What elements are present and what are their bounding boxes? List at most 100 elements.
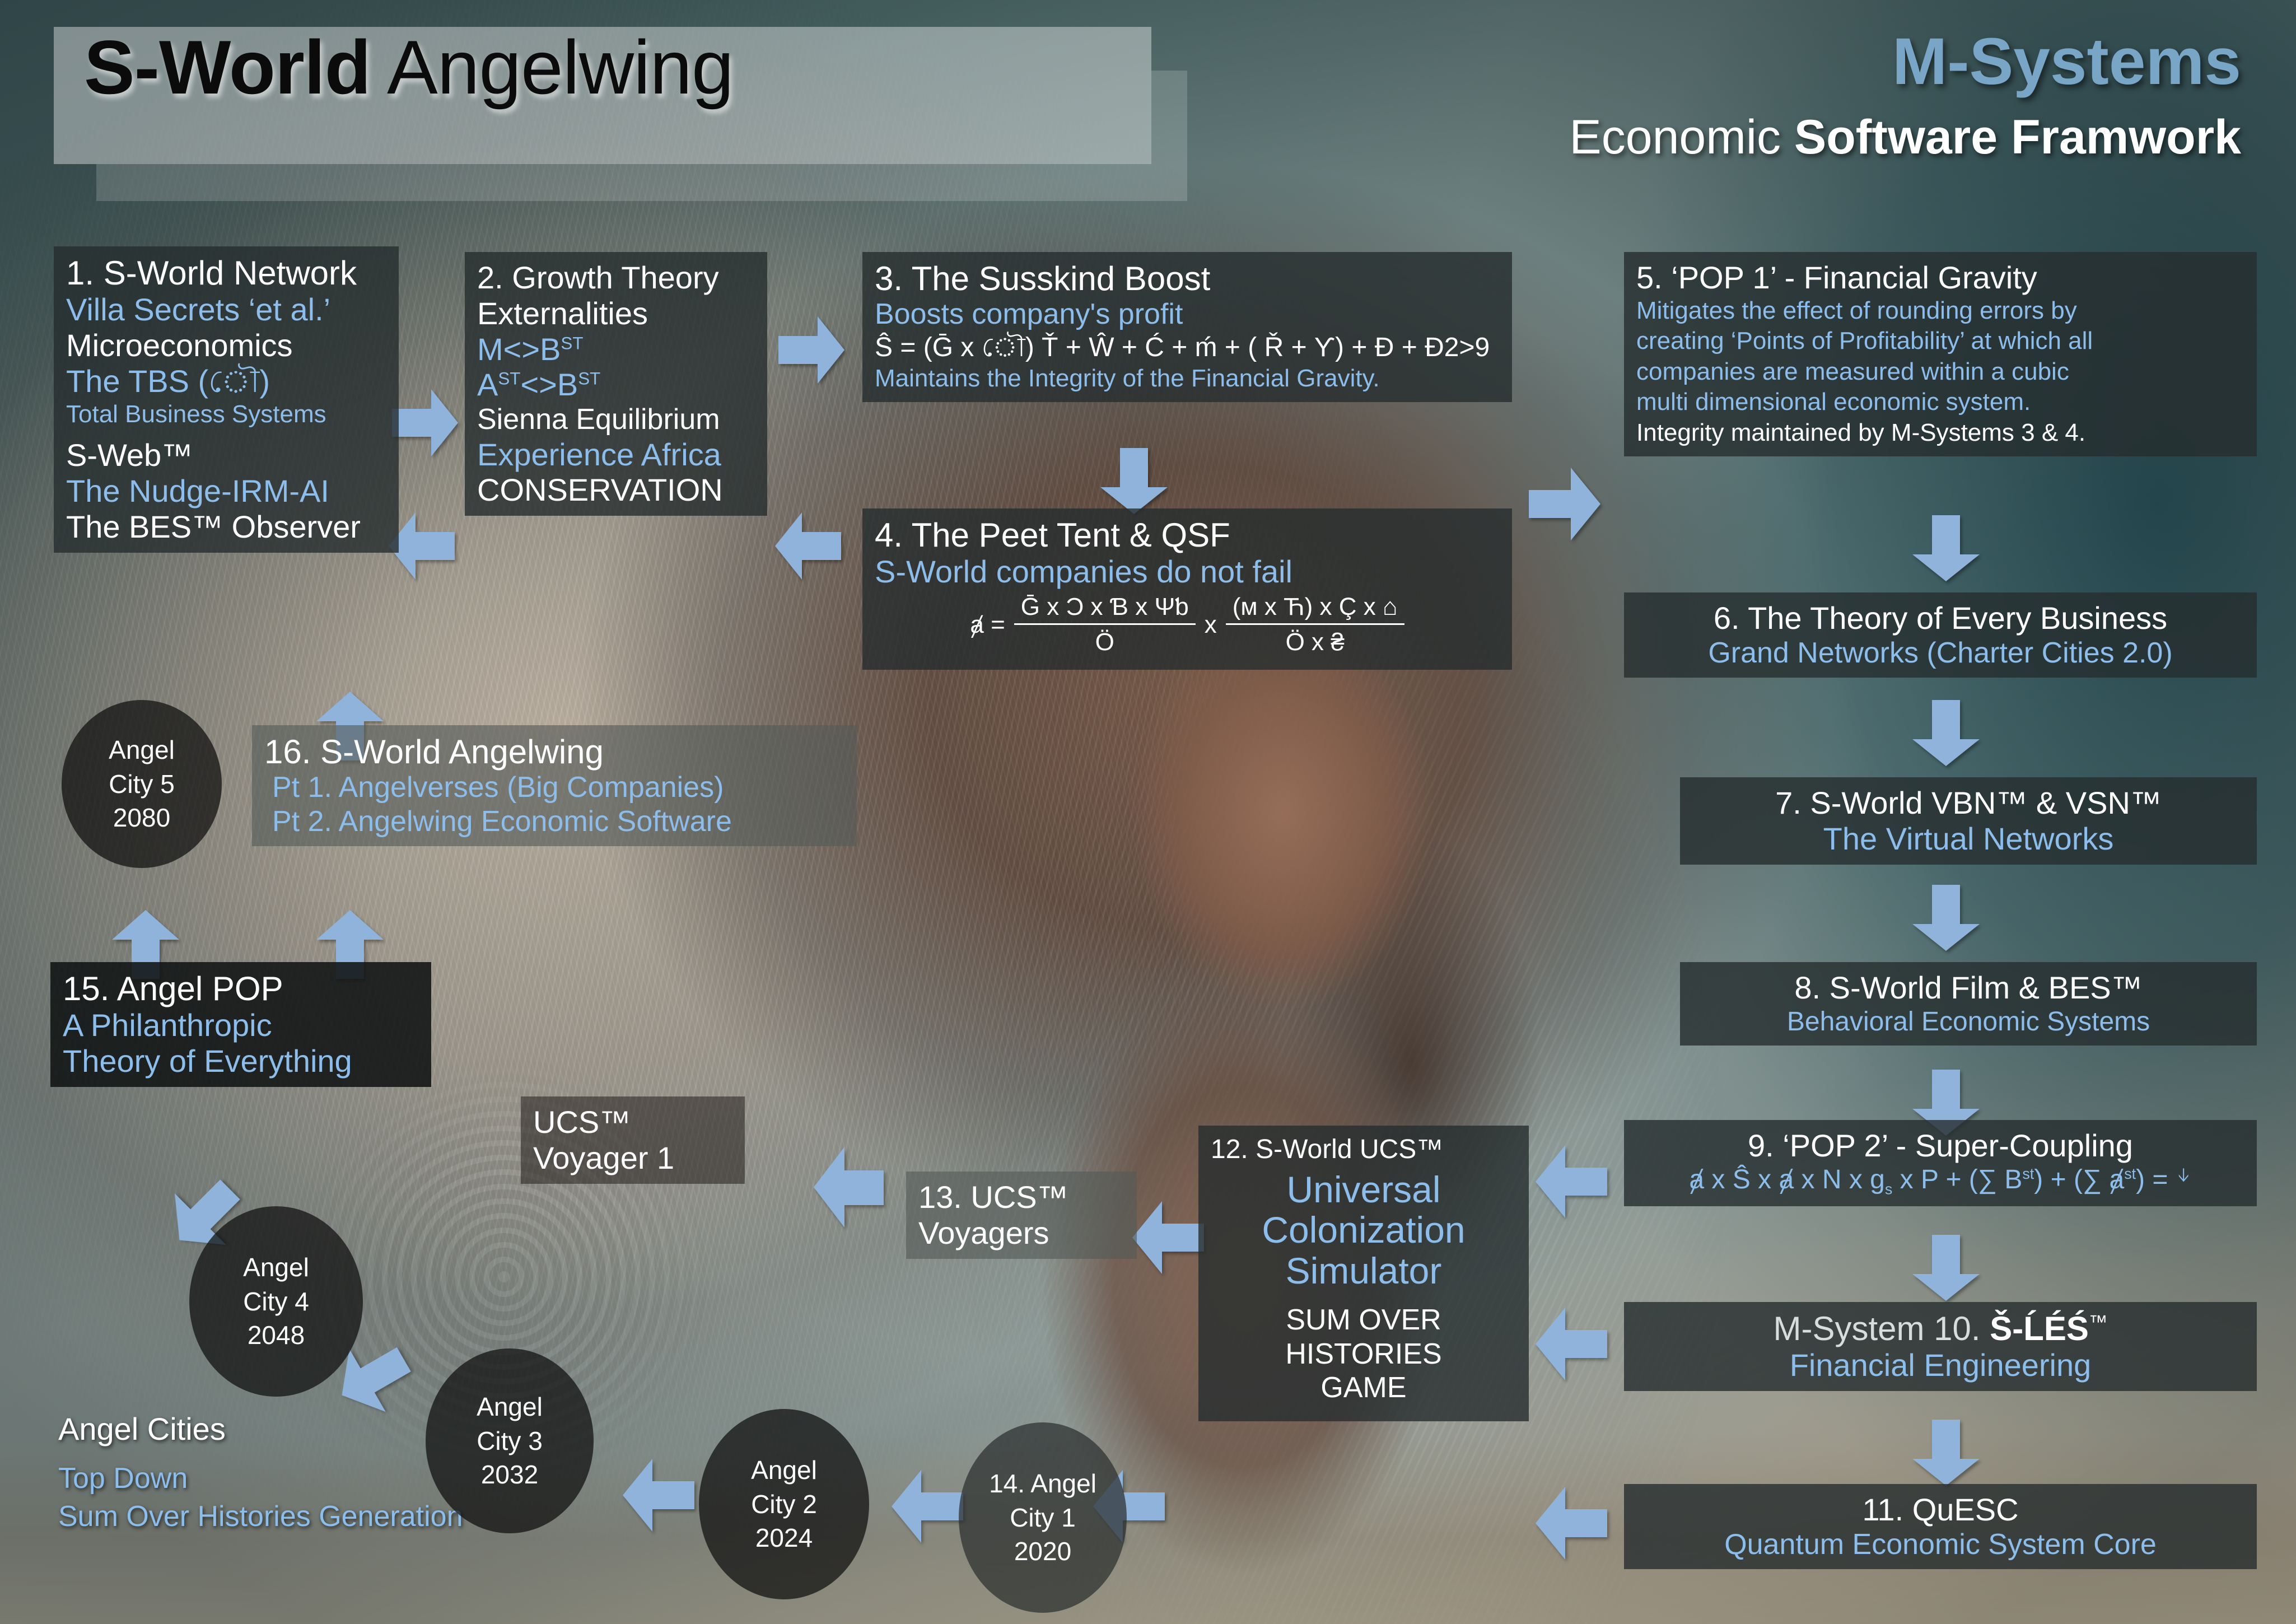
box-2-line-2-base: M<>B bbox=[477, 332, 561, 367]
arrow-box11-to-box12 bbox=[1534, 1484, 1607, 1562]
box-4-numerator-2: (м x Ћ) x Ç x ⌂ bbox=[1226, 593, 1404, 625]
box-5-line-5: Integrity maintained by M-Systems 3 & 4. bbox=[1636, 418, 2244, 449]
box-4-formula-mid: x bbox=[1205, 611, 1217, 639]
box-12-title: 12. S-World UCS™ bbox=[1211, 1133, 1516, 1166]
box-3-title: 3. The Susskind Boost bbox=[875, 260, 1500, 297]
box-2-line-4: Sienna Equilibrium bbox=[477, 403, 755, 436]
box-4-peet-tent-qsf[interactable]: 4. The Peet Tent & QSF S-World companies… bbox=[862, 508, 1512, 670]
angel-city-2-line-2: City 2 bbox=[751, 1487, 817, 1522]
box-15-line-1: A Philanthropic bbox=[63, 1007, 419, 1043]
title-light: Angelwing bbox=[371, 25, 734, 110]
box-5-pop1-financial-gravity[interactable]: 5. ‘POP 1’ - Financial Gravity Mitigates… bbox=[1624, 252, 2257, 456]
box-4-line-1: S-World companies do not fail bbox=[875, 554, 1500, 590]
page-title: S-World Angelwing bbox=[84, 29, 734, 105]
box-11-subtitle: Quantum Economic System Core bbox=[1636, 1528, 2244, 1561]
circle-angel-city-1[interactable]: 14. Angel City 1 2020 bbox=[959, 1422, 1127, 1613]
box-16-line-2: Pt 2. Angelwing Economic Software bbox=[264, 805, 844, 838]
box-2-growth-theory[interactable]: 2. Growth Theory Externalities M<>BST AS… bbox=[465, 252, 767, 516]
arrow-box4-to-box2 bbox=[774, 510, 841, 582]
box-8-subtitle: Behavioral Economic Systems bbox=[1692, 1006, 2244, 1038]
angel-city-1-line-1: 14. Angel bbox=[989, 1467, 1096, 1501]
angel-city-3-line-1: Angel bbox=[477, 1390, 543, 1424]
box-5-line-3: companies are measured within a cubic bbox=[1636, 357, 2244, 388]
box-9-pop2-super-coupling[interactable]: 9. ‘POP 2’ - Super-Coupling ⱥ x Ŝ x ⱥ x … bbox=[1624, 1120, 2257, 1206]
box-15-title: 15. Angel POP bbox=[63, 970, 419, 1007]
box-16-s-world-angelwing[interactable]: 16. S-World Angelwing Pt 1. Angelverses … bbox=[252, 725, 857, 846]
angel-city-4-line-2: City 4 bbox=[243, 1285, 309, 1319]
box-9-formula-sup2: st bbox=[2124, 1165, 2136, 1182]
box-7-vbn-vsn[interactable]: 7. S-World VBN™ & VSN™ The Virtual Netwo… bbox=[1680, 777, 2257, 865]
box-10-title-name: Š-ĹÉŚ bbox=[1990, 1310, 2089, 1347]
box-12-line-6: GAME bbox=[1211, 1371, 1516, 1404]
box-4-title: 4. The Peet Tent & QSF bbox=[875, 516, 1500, 554]
box-2-line-2: M<>BST bbox=[477, 332, 755, 367]
box-12-line-5: HISTORIES bbox=[1211, 1337, 1516, 1371]
box-1-line-1: Villa Secrets ‘et al.’ bbox=[66, 292, 386, 328]
box-11-quesc[interactable]: 11. QuESC Quantum Economic System Core bbox=[1624, 1484, 2257, 1569]
box-6-theory-of-every-business[interactable]: 6. The Theory of Every Business Grand Ne… bbox=[1624, 592, 2257, 678]
circle-angel-city-2[interactable]: Angel City 2 2024 bbox=[699, 1409, 869, 1599]
box-9-formula-b: x P + (∑ B bbox=[1892, 1165, 2022, 1194]
box-12-line-1: Universal bbox=[1211, 1169, 1516, 1210]
box-13-line-1: 13. UCS™ bbox=[918, 1179, 1124, 1215]
brand-title: M-Systems bbox=[1892, 24, 2241, 100]
arrow-box7-to-box8 bbox=[1910, 885, 1982, 952]
brand-subtitle-bold: Software Framwork bbox=[1794, 110, 2241, 164]
box-3-formula: Ŝ = (Ḡ x ৌ) Ť + Ŵ + Ć + ḿ + ( Ř + Ƴ) + Đ… bbox=[875, 332, 1500, 364]
box-12-line-4: SUM OVER bbox=[1211, 1303, 1516, 1337]
box-12-line-3: Simulator bbox=[1211, 1250, 1516, 1291]
box-2-line-3-a: A bbox=[477, 367, 498, 402]
box-13-line-2: Voyagers bbox=[918, 1215, 1124, 1251]
circle-angel-city-3[interactable]: Angel City 3 2032 bbox=[426, 1348, 594, 1533]
box-15-angel-pop[interactable]: 15. Angel POP A Philanthropic Theory of … bbox=[50, 962, 431, 1087]
box-2-line-5: Experience Africa bbox=[477, 437, 755, 473]
arrow-angel-city-1-to-2 bbox=[890, 1467, 963, 1546]
box-8-title: 8. S-World Film & BES™ bbox=[1692, 970, 2244, 1006]
box-1-line-6: The Nudge-IRM-AI bbox=[66, 473, 386, 509]
circle-angel-city-4[interactable]: Angel City 4 2048 bbox=[189, 1206, 363, 1397]
brand-subtitle: Economic Software Framwork bbox=[1569, 110, 2241, 165]
box-2-line-1: Externalities bbox=[477, 296, 755, 332]
box-6-title: 6. The Theory of Every Business bbox=[1636, 600, 2244, 636]
box-1-line-5: S-Web™ bbox=[66, 437, 386, 473]
box-15-line-2: Theory of Everything bbox=[63, 1043, 419, 1079]
arrow-angel-city-2-to-3 bbox=[622, 1456, 694, 1534]
arrow-box6-to-box7 bbox=[1910, 700, 1982, 767]
box-12-s-world-ucs[interactable]: 12. S-World UCS™ Universal Colonization … bbox=[1198, 1126, 1529, 1421]
box-ucs-voyager-1[interactable]: UCS™ Voyager 1 bbox=[521, 1096, 745, 1184]
box-1-title: 1. S-World Network bbox=[66, 254, 386, 292]
box-3-line-2: Maintains the Integrity of the Financial… bbox=[875, 363, 1500, 394]
arrow-box5-to-box6 bbox=[1910, 515, 1982, 582]
box-9-formula: ⱥ x Ŝ x ⱥ x N x gs x P + (∑ Bst) + (∑ ⱥs… bbox=[1636, 1164, 2244, 1198]
title-bold: S-World bbox=[84, 25, 371, 110]
angel-city-5-line-2: City 5 bbox=[109, 767, 175, 801]
box-9-formula-c: ) + (∑ ⱥ bbox=[2034, 1165, 2124, 1194]
arrow-box2-to-box3 bbox=[778, 314, 846, 386]
voyager1-line-1: UCS™ bbox=[533, 1104, 732, 1140]
arrow-box1-to-box2 bbox=[392, 386, 459, 459]
box-7-title: 7. S-World VBN™ & VSN™ bbox=[1692, 785, 2244, 821]
angel-city-3-line-3: 2032 bbox=[481, 1458, 538, 1492]
box-4-denominator-2: Ö x ₴ bbox=[1226, 625, 1404, 656]
angel-city-1-line-2: City 1 bbox=[1010, 1501, 1076, 1535]
box-11-title: 11. QuESC bbox=[1636, 1492, 2244, 1528]
box-3-susskind-boost[interactable]: 3. The Susskind Boost Boosts company's p… bbox=[862, 252, 1512, 402]
box-10-s-res[interactable]: M-System 10. Š-ĹÉŚ™ Financial Engineerin… bbox=[1624, 1302, 2257, 1391]
box-1-s-world-network[interactable]: 1. S-World Network Villa Secrets ‘et al.… bbox=[54, 246, 399, 553]
arrow-box3-to-box4 bbox=[1098, 448, 1170, 515]
box-13-ucs-voyagers[interactable]: 13. UCS™ Voyagers bbox=[906, 1172, 1137, 1259]
box-10-title-prefix: M-System 10. bbox=[1773, 1310, 1990, 1347]
infographic-canvas: S-World Angelwing M-Systems Economic Sof… bbox=[0, 0, 2296, 1624]
arrow-box10-to-box12 bbox=[1534, 1305, 1607, 1383]
box-9-formula-sub: s bbox=[1885, 1180, 1892, 1197]
angel-city-2-line-1: Angel bbox=[751, 1453, 817, 1487]
box-2-line-3: AST<>BST bbox=[477, 367, 755, 403]
angel-city-5-line-1: Angel bbox=[109, 733, 175, 767]
box-2-line-6: CONSERVATION bbox=[477, 472, 755, 508]
box-9-formula-a: ⱥ x Ŝ x ⱥ x N x g bbox=[1689, 1165, 1884, 1194]
circle-angel-city-5[interactable]: Angel City 5 2080 bbox=[62, 700, 222, 868]
box-3-line-1: Boosts company's profit bbox=[875, 297, 1500, 331]
box-4-denominator-1: Ö bbox=[1014, 625, 1196, 656]
box-8-film-bes[interactable]: 8. S-World Film & BES™ Behavioral Econom… bbox=[1680, 962, 2257, 1046]
box-4-fraction-2: (м x Ћ) x Ç x ⌂ Ö x ₴ bbox=[1226, 593, 1404, 656]
